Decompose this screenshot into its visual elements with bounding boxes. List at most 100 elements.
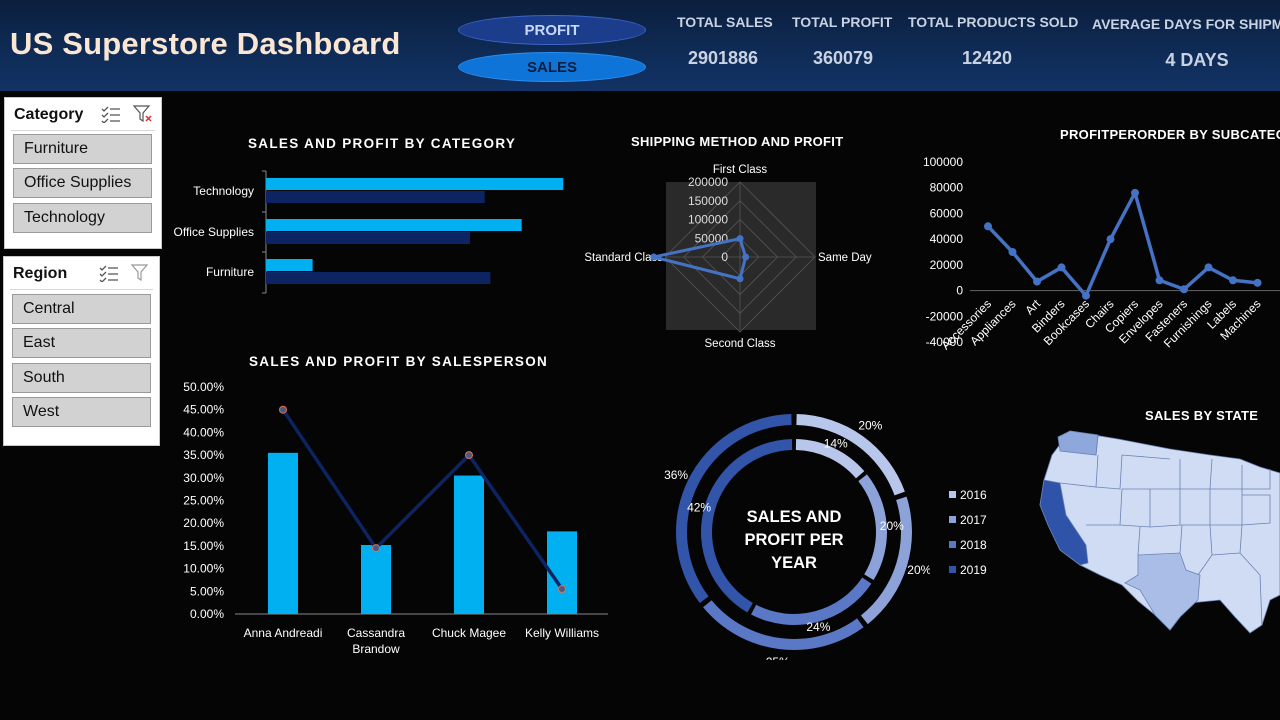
kpi-total-profit-label: TOTAL PROFIT: [792, 14, 893, 30]
sales-toggle-button[interactable]: SALES: [458, 52, 646, 82]
salesperson-x-tick-label: Cassandra: [347, 626, 405, 640]
region-slicer-title: Region: [13, 265, 68, 282]
salesperson-profit-point: [279, 405, 287, 414]
region-item-west[interactable]: West: [12, 397, 151, 427]
category-bar-series2: [266, 272, 491, 284]
salesperson-y-tick-label: 5.00%: [190, 584, 224, 598]
radar-tick-label: 100000: [688, 213, 728, 227]
subcategory-chart-title: PROFITPERORDER BY SUBCATEGORY: [1060, 127, 1280, 142]
category-bar-series2: [266, 191, 485, 203]
kpi-total-sales-label: TOTAL SALES: [677, 14, 773, 30]
radar-tick-label: 150000: [688, 194, 728, 208]
legend-label: 2017: [960, 513, 987, 527]
subcategory-series-line: [986, 191, 1258, 298]
yearly-donut-chart: 20% 20% 25% 36% 14% 20% 24% 42% SALES AND PROFIT …: [664, 414, 930, 660]
line-y-tick-label: 60000: [930, 206, 964, 220]
donut-inner-segment-label: 14%: [824, 436, 848, 450]
kpi-total-profit-value: 360079: [812, 48, 874, 68]
multi-select-icon[interactable]: [101, 105, 121, 128]
subcategory-point: [1106, 235, 1115, 244]
radar-category-label: Same Day: [818, 252, 872, 264]
salesperson-y-tick-label: 25.00%: [183, 494, 224, 508]
subcategory-point: [1131, 188, 1139, 197]
salesperson-x-tick-label: Brandow: [352, 642, 400, 656]
radar-point: [650, 253, 658, 261]
donut-outer-segment-label: 25%: [766, 655, 790, 660]
subcategory-point: [1180, 285, 1188, 294]
kpi-products-sold-value: 12420: [961, 48, 1013, 68]
category-item-office-supplies[interactable]: Office Supplies: [13, 168, 152, 198]
donut-inner-segment-label: 24%: [806, 620, 830, 634]
salesperson-y-tick-label: 10.00%: [183, 562, 224, 576]
us-sales-map: [1039, 430, 1280, 634]
salesperson-chart-title: SALES AND PROFIT BY SALESPERSON: [249, 354, 549, 369]
line-y-tick-label: -20000: [926, 309, 964, 323]
category-slicer: Category Furniture Office Supplies Techn…: [4, 97, 162, 249]
state-washington: [1057, 430, 1099, 456]
salesperson-y-tick-label: 20.00%: [183, 516, 224, 530]
category-bar-chart: Technology Office Supplies Furniture: [174, 170, 564, 294]
donut-inner-segment-label: 20%: [880, 519, 904, 533]
category-item-technology[interactable]: Technology: [13, 203, 152, 233]
category-bar-series1: [266, 178, 564, 190]
salesperson-y-tick-label: 15.00%: [183, 539, 224, 553]
donut-outer-segment: [796, 414, 905, 496]
category-bar-series2: [266, 232, 471, 244]
donut-outer-segment-label: 36%: [664, 468, 688, 482]
subcategory-line-chart: 100000800006000040000200000-20000-40000A…: [923, 155, 1280, 352]
line-y-tick-label: 40000: [930, 232, 964, 246]
donut-outer-segment: [860, 496, 912, 625]
category-bar-series1: [266, 219, 522, 231]
salesperson-profit-point: [465, 451, 473, 460]
page-title: US Superstore Dashboard: [10, 26, 401, 61]
donut-center-title: PROFIT PER: [744, 531, 843, 549]
salesperson-y-tick-label: 50.00%: [183, 380, 224, 394]
salesperson-profit-line: [281, 408, 564, 591]
donut-inner-segment-label: 42%: [687, 501, 711, 515]
salesperson-profit-point: [558, 585, 566, 594]
category-chart-title: SALES AND PROFIT BY CATEGORY: [248, 136, 517, 151]
salesperson-y-tick-label: 40.00%: [183, 425, 224, 439]
line-y-tick-label: 0: [956, 284, 963, 298]
category-tick-label: Furniture: [206, 265, 254, 279]
multi-select-icon[interactable]: [99, 264, 119, 287]
salesperson-y-tick-label: 0.00%: [190, 607, 224, 621]
dashboard-header: US Superstore Dashboard PROFIT SALES TOT…: [0, 0, 1280, 91]
salesperson-x-tick-label: Anna Andreadi: [244, 626, 323, 640]
kpi-avg-shipping-value: 4 DAYS: [1165, 50, 1229, 70]
radar-category-label: Second Class: [705, 338, 776, 350]
filter-icon[interactable]: [130, 264, 151, 287]
salesperson-y-tick-label: 35.00%: [183, 448, 224, 462]
category-item-furniture[interactable]: Furniture: [13, 134, 152, 164]
category-tick-label: Technology: [193, 184, 254, 198]
region-item-central[interactable]: Central: [12, 294, 151, 324]
shipping-chart-title: SHIPPING METHOD AND PROFIT: [631, 134, 844, 149]
profit-toggle-button[interactable]: PROFIT: [458, 15, 646, 45]
region-item-south[interactable]: South: [12, 363, 151, 393]
subcategory-point: [1253, 278, 1262, 287]
category-slicer-title: Category: [14, 106, 84, 123]
salesperson-x-tick-label: Kelly Williams: [525, 626, 599, 640]
region-item-east[interactable]: East: [12, 328, 151, 358]
subcategory-point: [1033, 277, 1041, 286]
radar-point: [742, 253, 750, 261]
salesperson-x-tick-label: Chuck Magee: [432, 626, 506, 640]
radar-category-label: First Class: [713, 164, 768, 176]
line-y-tick-label: 80000: [930, 181, 964, 195]
clear-filter-icon[interactable]: [132, 105, 153, 128]
radar-tick-label: 200000: [688, 175, 728, 189]
salesperson-combo-chart: 50.00% 45.00% 40.00% 35.00% 30.00% 25.00% 20.0…: [183, 380, 608, 656]
kpi-avg-shipping-label: AVERAGE DAYS FOR SHIPMENT: [1092, 16, 1280, 32]
legend-label: 2016: [960, 488, 987, 502]
radar-point: [736, 275, 744, 283]
state-map-title: SALES BY STATE: [1145, 408, 1259, 423]
radar-point: [736, 235, 744, 243]
subcategory-point: [1229, 276, 1237, 285]
shipping-radar-chart: 050000100000150000200000First ClassSame …: [584, 164, 872, 350]
salesperson-y-tick-label: 45.00%: [183, 403, 224, 417]
line-y-tick-label: 100000: [923, 155, 963, 169]
legend-swatch: [949, 491, 956, 498]
yearly-legend: 2016 2017 2018 2019: [949, 488, 987, 577]
salesperson-y-tick-label: 30.00%: [183, 471, 224, 485]
kpi-products-sold-label: TOTAL PRODUCTS SOLD: [908, 14, 1079, 30]
